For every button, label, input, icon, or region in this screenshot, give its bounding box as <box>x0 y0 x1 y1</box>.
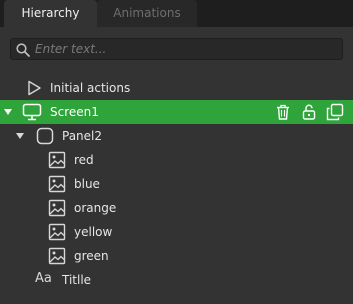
tree-item-label: Initial actions <box>50 81 131 95</box>
search-box <box>10 38 343 60</box>
expand-arrow-icon[interactable] <box>4 108 12 116</box>
duplicate-icon[interactable] <box>326 103 344 121</box>
tree-item-label: green <box>74 249 109 263</box>
tree-item-initial-actions[interactable]: Initial actions <box>0 76 353 100</box>
unlock-icon[interactable] <box>300 103 318 121</box>
tab-hierarchy[interactable]: Hierarchy <box>4 0 97 27</box>
monitor-icon <box>22 103 42 121</box>
search-icon <box>16 43 30 57</box>
tree-item-titlle[interactable]: Aa Titlle <box>0 268 353 292</box>
tree-item-label: red <box>74 153 94 167</box>
tree-item-image[interactable]: orange <box>0 196 353 220</box>
image-icon <box>48 175 66 193</box>
tree-item-label: yellow <box>74 225 113 239</box>
hierarchy-panel: Initial actions Screen1 <box>0 27 353 304</box>
tab-animations[interactable]: Animations <box>97 0 197 27</box>
trash-icon[interactable] <box>274 103 292 121</box>
image-icon <box>48 247 66 265</box>
tree-item-image[interactable]: red <box>0 148 353 172</box>
image-icon <box>48 151 66 169</box>
tree-item-image[interactable]: yellow <box>0 220 353 244</box>
play-icon <box>28 80 41 96</box>
tree-item-label: blue <box>74 177 100 191</box>
image-icon <box>48 223 66 241</box>
tree-item-label: Screen1 <box>50 105 99 119</box>
image-icon <box>48 199 66 217</box>
tree-item-label: Panel2 <box>62 129 103 143</box>
search-input[interactable] <box>35 39 335 59</box>
panel-icon <box>36 127 54 145</box>
expand-arrow-icon[interactable] <box>16 132 24 140</box>
tree-item-label: Titlle <box>62 273 92 287</box>
tree-item-image[interactable]: green <box>0 244 353 268</box>
tree-item-screen1[interactable]: Screen1 <box>0 100 353 124</box>
tree-item-label: orange <box>74 201 117 215</box>
tab-bar: Hierarchy Animations <box>0 0 353 27</box>
text-icon: Aa <box>35 271 52 286</box>
tree-item-panel2[interactable]: Panel2 <box>0 124 353 148</box>
tree-item-image[interactable]: blue <box>0 172 353 196</box>
